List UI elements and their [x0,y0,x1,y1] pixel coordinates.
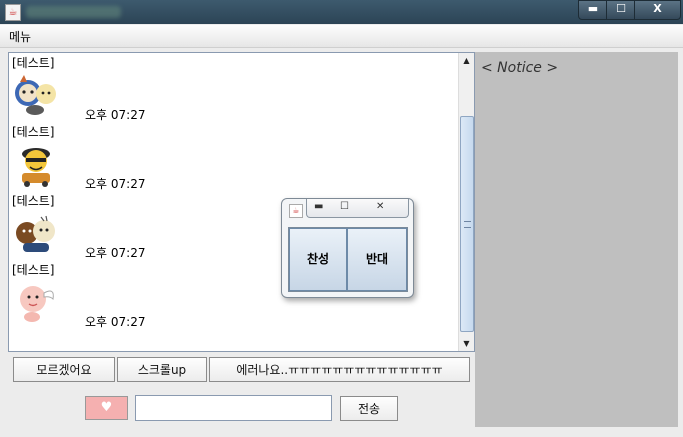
close-button[interactable]: X [634,0,681,20]
vote-choices: 찬성 반대 [288,227,408,292]
scroll-down-arrow-icon[interactable]: ▼ [459,336,474,351]
unknown-button[interactable]: 모르겠어요 [13,357,115,382]
chat-window: ☕ ▬ ☐ X 메뉴 [테스트] 오후 07:27 [테스트] 오후 07:27… [0,0,683,437]
maximize-button[interactable]: ☐ [606,0,636,20]
scrollbar-thumb[interactable] [460,116,474,332]
popup-window-controls: ▬ ☐ ✕ [306,199,409,218]
sender-name: [테스트] [12,125,55,139]
chat-scrollbar[interactable]: ▲ ▼ [458,53,474,351]
scroll-up-arrow-icon[interactable]: ▲ [459,53,474,68]
message-input[interactable] [135,395,332,421]
minimize-icon[interactable]: ▬ [314,201,323,212]
emoticon-image [15,75,56,115]
close-icon[interactable]: ✕ [376,201,384,212]
minimize-button[interactable]: ▬ [578,0,608,20]
menu-item[interactable]: 메뉴 [9,28,31,45]
scroll-up-button[interactable]: 스크롤up [117,357,207,382]
disagree-button[interactable]: 반대 [347,228,407,291]
message-time: 오후 07:27 [85,246,146,260]
chat-message: [테스트] 오후 07:27 [9,53,454,122]
popup-title-bar[interactable]: ☕ ▬ ☐ ✕ [282,199,413,221]
notice-title: < Notice > [481,60,559,76]
sender-name: [테스트] [12,263,55,277]
title-bar[interactable]: ☕ ▬ ☐ X [0,0,683,24]
message-time: 오후 07:27 [85,108,146,122]
emoticon-image [16,215,55,252]
emoticon-image [22,148,50,187]
message-time: 오후 07:27 [85,315,146,329]
sender-name: [테스트] [12,56,55,70]
java-cup-icon: ☕ [5,4,21,21]
heart-button[interactable]: ♥ [85,396,128,420]
emoticon-image [20,286,54,322]
error-button[interactable]: 에러나요..ㅠㅠㅠㅠㅠㅠㅠㅠㅠㅠㅠㅠㅠㅠ [209,357,470,382]
send-button[interactable]: 전송 [340,396,398,421]
maximize-icon[interactable]: ☐ [340,201,349,212]
java-cup-icon: ☕ [289,204,303,218]
notice-panel: < Notice > [475,52,678,427]
agree-button[interactable]: 찬성 [289,228,347,291]
grip-icon [464,221,471,228]
chat-message: [테스트] 오후 07:27 [9,122,454,191]
menu-bar: 메뉴 [0,25,683,48]
window-title [26,6,121,18]
sender-name: [테스트] [12,194,55,208]
vote-popup[interactable]: ☕ ▬ ☐ ✕ 찬성 반대 [281,198,414,298]
message-time: 오후 07:27 [85,177,146,191]
